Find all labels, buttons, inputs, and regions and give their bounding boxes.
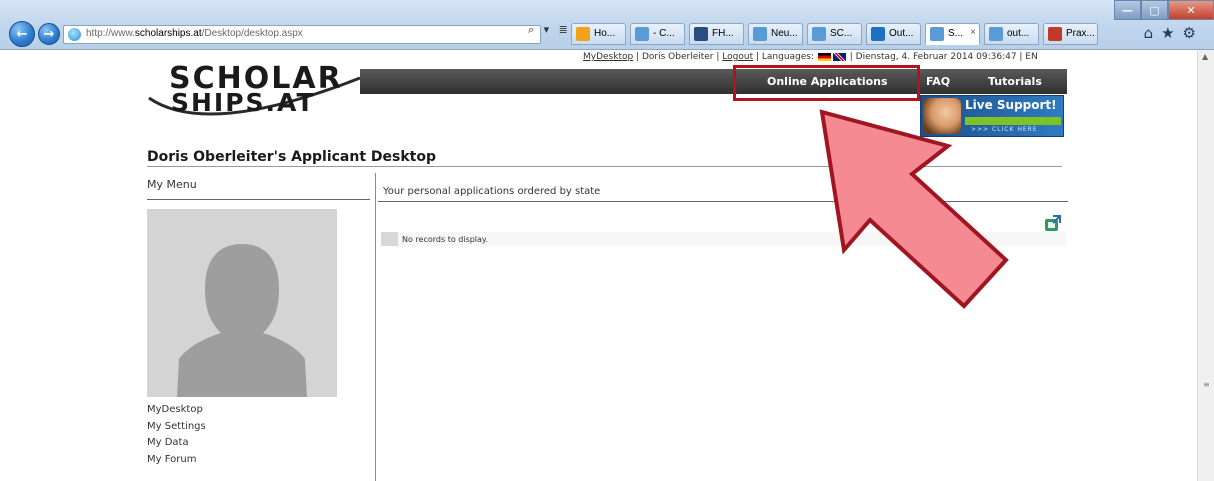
tab-close-icon[interactable]: × — [970, 27, 976, 38]
browser-tab[interactable]: Ho... — [571, 23, 626, 45]
tab-label: Prax... — [1066, 28, 1095, 39]
window-controls: — ▢ ✕ — [1114, 0, 1214, 20]
site-favicon-icon — [68, 28, 81, 41]
tab-label: FH... — [712, 28, 734, 39]
english-flag-icon[interactable] — [832, 52, 846, 61]
browser-tab[interactable]: Out... — [866, 23, 921, 45]
browser-tab[interactable]: - C... — [630, 23, 685, 45]
tab-favicon-icon — [576, 27, 590, 41]
home-favorites-settings-icons[interactable]: ⌂★⚙ — [1144, 24, 1204, 42]
tab-favicon-icon — [930, 27, 944, 41]
vertical-scrollbar[interactable]: ▲ ≡ — [1197, 50, 1214, 481]
menu-link-my-settings[interactable]: My Settings — [147, 419, 206, 436]
tutorials-menu-item[interactable]: Tutorials — [988, 75, 1042, 88]
column-divider — [375, 173, 376, 481]
my-menu-divider — [147, 199, 370, 200]
tab-favicon-icon — [635, 27, 649, 41]
date-text: | Dienstag, 4. Februar 2014 09:36:47 | E… — [849, 52, 1038, 62]
main-menu-bar: Online Applications FAQ Tutorials — [360, 69, 1067, 94]
back-icon: ← — [16, 26, 28, 42]
export-icon[interactable] — [1043, 213, 1063, 233]
browser-toolbar: ← → http://www.scholarships.at/Desktop/d… — [0, 0, 1214, 50]
maximize-button[interactable]: ▢ — [1141, 0, 1168, 20]
my-menu-heading: My Menu — [147, 178, 197, 191]
top-links-bar: MyDesktop | Doris Oberleiter | Logout | … — [583, 52, 1038, 62]
address-url[interactable]: http://www.scholarships.at/Desktop/deskt… — [86, 28, 303, 39]
browser-tab[interactable]: FH... — [689, 23, 744, 45]
tab-label: Ho... — [594, 28, 616, 39]
mydesktop-link[interactable]: MyDesktop — [583, 52, 633, 62]
menu-link-my-data[interactable]: My Data — [147, 435, 206, 452]
browser-tab[interactable]: S... × — [925, 23, 980, 45]
page-title: Doris Oberleiter's Applicant Desktop — [147, 149, 436, 165]
no-records-text: No records to display. — [402, 235, 489, 244]
tab-favicon-icon — [871, 27, 885, 41]
browser-tab[interactable]: SC... — [807, 23, 862, 45]
menu-link-mydesktop[interactable]: MyDesktop — [147, 402, 206, 419]
close-window-button[interactable]: ✕ — [1168, 0, 1214, 20]
tab-label: Out... — [889, 28, 914, 39]
tab-favicon-icon — [989, 27, 1003, 41]
browser-tab[interactable]: Prax... — [1043, 23, 1098, 45]
back-button[interactable]: ← — [9, 21, 35, 47]
tab-favicon-icon — [812, 27, 826, 41]
tab-favicon-icon — [694, 27, 708, 41]
scroll-grip-icon[interactable]: ≡ — [1203, 380, 1210, 389]
annotation-arrow-icon — [819, 109, 1009, 309]
faq-menu-item[interactable]: FAQ — [926, 75, 950, 88]
tab-favicon-icon — [753, 27, 767, 41]
scholarships-logo[interactable]: SCHOLAR SHIPS.AT — [147, 60, 367, 130]
logo-text-line2: SHIPS.AT — [171, 88, 316, 117]
browser-tab[interactable]: out... — [984, 23, 1039, 45]
grid-expand-cell — [381, 232, 398, 246]
highlight-box — [733, 65, 920, 101]
german-flag-icon[interactable] — [817, 52, 831, 61]
avatar — [147, 209, 337, 397]
scroll-up-icon[interactable]: ▲ — [1202, 52, 1208, 61]
forward-icon: → — [43, 26, 55, 42]
user-silhouette-icon — [177, 244, 307, 397]
browser-tab[interactable]: Neu... — [748, 23, 803, 45]
tab-label: - C... — [653, 28, 675, 39]
logout-link[interactable]: Logout — [722, 52, 753, 62]
tab-label: Neu... — [771, 28, 798, 39]
my-menu-list: MyDesktop My Settings My Data My Forum — [147, 402, 206, 468]
minimize-button[interactable]: — — [1114, 0, 1141, 20]
languages-label: | Languages: — [755, 52, 815, 62]
tab-favicon-icon — [1048, 27, 1062, 41]
applications-heading: Your personal applications ordered by st… — [383, 186, 601, 197]
tab-label: S... — [948, 28, 964, 39]
menu-link-my-forum[interactable]: My Forum — [147, 452, 206, 469]
tab-label: out... — [1007, 28, 1030, 39]
tab-label: SC... — [830, 28, 853, 39]
address-bar[interactable]: http://www.scholarships.at/Desktop/deskt… — [63, 25, 541, 44]
user-name: | Doris Oberleiter | — [636, 52, 720, 62]
forward-button[interactable]: → — [38, 23, 60, 45]
